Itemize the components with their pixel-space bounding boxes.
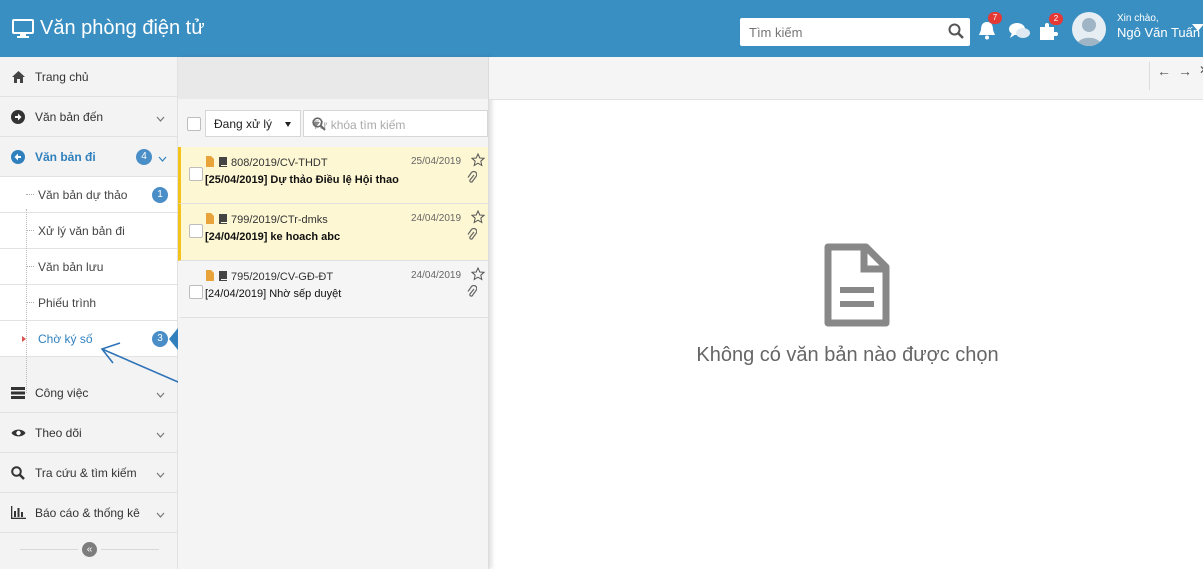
bell-badge: 7 [988, 12, 1002, 24]
app-brand[interactable]: Văn phòng điện tử [12, 17, 205, 40]
bar-chart-icon [10, 505, 26, 521]
status-select-value: Đang xử lý [214, 116, 273, 131]
sidebar-item-home[interactable]: Trang chủ [0, 57, 177, 97]
keyword-search-field[interactable]: Từ khóa tìm kiếm [303, 110, 488, 137]
sidebar-item-reports[interactable]: Báo cáo & thống kê [0, 493, 177, 533]
sidebar-subitem-drafts[interactable]: Văn bản dự thảo 1 [0, 177, 177, 213]
row-checkbox[interactable] [189, 167, 203, 181]
document-title: [24/04/2019] ke hoach abc [205, 231, 341, 243]
document-code: 799/2019/CTr-dmks [231, 214, 328, 226]
empty-state-message: Không có văn bản nào được chọn [696, 344, 999, 366]
sidebar-item-label: Văn bản đi [35, 149, 96, 164]
empty-document-icon [822, 243, 892, 330]
document-date: 24/04/2019 [411, 270, 462, 281]
chevron-down-icon [156, 427, 165, 441]
arrow-left-icon[interactable]: ← [1157, 63, 1171, 79]
top-bar: Văn phòng điện tử 7 2 Xin chào, Ngô Văn … [0, 0, 1203, 57]
user-name: Ngô Văn Tuấn [1117, 25, 1201, 40]
book-icon [218, 270, 228, 284]
document-title: [24/04/2019] Nhờ sếp duyệt [205, 288, 342, 300]
document-list-item[interactable]: 799/2019/CTr-dmks 24/04/2019 [24/04/2019… [178, 204, 488, 261]
document-date: 25/04/2019 [411, 156, 462, 167]
star-icon[interactable] [470, 152, 486, 170]
chevron-down-icon [285, 122, 291, 127]
search-icon[interactable] [948, 23, 964, 42]
chevron-down-icon [156, 467, 165, 481]
sidebar: Trang chủ Văn bản đến Văn bản đi 4 Văn b… [0, 57, 178, 569]
user-greeting[interactable]: Xin chào, Ngô Văn Tuấn [1117, 13, 1200, 40]
sidebar-item-lookup[interactable]: Tra cứu & tìm kiếm [0, 453, 177, 493]
document-title: [25/04/2019] Dự thảo Điều lệ Hội thao [205, 174, 399, 186]
star-icon[interactable] [470, 209, 486, 227]
paperclip-icon[interactable] [467, 170, 478, 188]
collapse-sidebar-icon[interactable]: « [82, 542, 97, 557]
paperclip-icon[interactable] [467, 284, 478, 302]
sidebar-item-label: Trang chủ [35, 69, 89, 84]
sidebar-item-label: Văn bản đến [35, 109, 104, 124]
sidebar-subitem-label: Văn bản lưu [38, 259, 104, 274]
document-list-item[interactable]: 795/2019/CV-GĐ-ĐT 24/04/2019 [24/04/2019… [178, 261, 488, 318]
expand-icon[interactable]: ✕ [1199, 63, 1203, 79]
arrow-left-circle-icon [10, 149, 26, 165]
avatar[interactable] [1072, 12, 1106, 46]
file-icon [205, 270, 215, 284]
chevron-down-icon [156, 507, 165, 521]
plugin-badge: 2 [1049, 13, 1063, 25]
sidebar-item-label: Báo cáo & thống kê [35, 505, 140, 520]
monitor-icon [12, 18, 34, 39]
home-icon [10, 69, 26, 85]
document-list-item[interactable]: 808/2019/CV-THDT 25/04/2019 [25/04/2019]… [178, 147, 488, 204]
list-toolbar [178, 57, 488, 100]
search-input[interactable] [747, 24, 931, 41]
greeting-text: Xin chào, [1117, 13, 1159, 24]
sidebar-subitem-label: Phiếu trình [38, 295, 97, 310]
document-code: 808/2019/CV-THDT [231, 157, 328, 169]
search-box[interactable] [740, 18, 970, 46]
arrow-right-circle-icon [10, 109, 26, 125]
sidebar-item-outgoing[interactable]: Văn bản đi 4 [0, 137, 177, 177]
paperclip-icon[interactable] [467, 227, 478, 245]
book-icon [218, 213, 228, 227]
row-checkbox[interactable] [189, 285, 203, 299]
file-icon [205, 156, 215, 170]
chat-icon[interactable] [1007, 21, 1031, 44]
chevron-down-icon [158, 151, 167, 165]
star-icon[interactable] [470, 266, 486, 284]
notification-bell-icon[interactable]: 7 [976, 12, 1002, 44]
document-list-panel: Đang xử lý Từ khóa tìm kiếm 808/2019/CV-… [178, 57, 489, 569]
outgoing-count-badge: 4 [136, 149, 152, 165]
sidebar-item-incoming[interactable]: Văn bản đến [0, 97, 177, 137]
book-icon [218, 156, 228, 170]
sidebar-item-label: Công việc [35, 385, 89, 400]
eye-icon [10, 425, 26, 441]
sidebar-item-label: Tra cứu & tìm kiếm [35, 465, 137, 480]
arrow-right-icon[interactable]: → [1178, 63, 1192, 79]
app-title: Văn phòng điện tử [40, 17, 205, 39]
search-icon[interactable] [312, 117, 482, 134]
select-all-checkbox[interactable] [187, 117, 201, 131]
sidebar-subitem-label: Chờ ký số [38, 331, 93, 346]
sidebar-item-label: Theo dõi [35, 425, 82, 440]
search-icon [10, 465, 26, 481]
document-code: 795/2019/CV-GĐ-ĐT [231, 271, 334, 283]
sidebar-subitem-label: Văn bản dự thảo [38, 187, 128, 202]
document-date: 24/04/2019 [411, 213, 462, 224]
chevron-down-icon [156, 111, 165, 125]
status-select[interactable]: Đang xử lý [205, 110, 301, 137]
sidebar-item-follow[interactable]: Theo dõi [0, 413, 177, 453]
drafts-count-badge: 1 [152, 187, 168, 203]
plugin-icon[interactable]: 2 [1037, 13, 1063, 45]
file-icon [205, 213, 215, 227]
detail-nav: ← → ✕ [1157, 63, 1203, 79]
user-menu-caret-icon[interactable] [1192, 24, 1203, 31]
tasks-icon [10, 385, 26, 401]
row-checkbox[interactable] [189, 224, 203, 238]
sidebar-subitem-label: Xử lý văn bản đi [38, 223, 125, 238]
detail-toolbar [489, 57, 1203, 100]
